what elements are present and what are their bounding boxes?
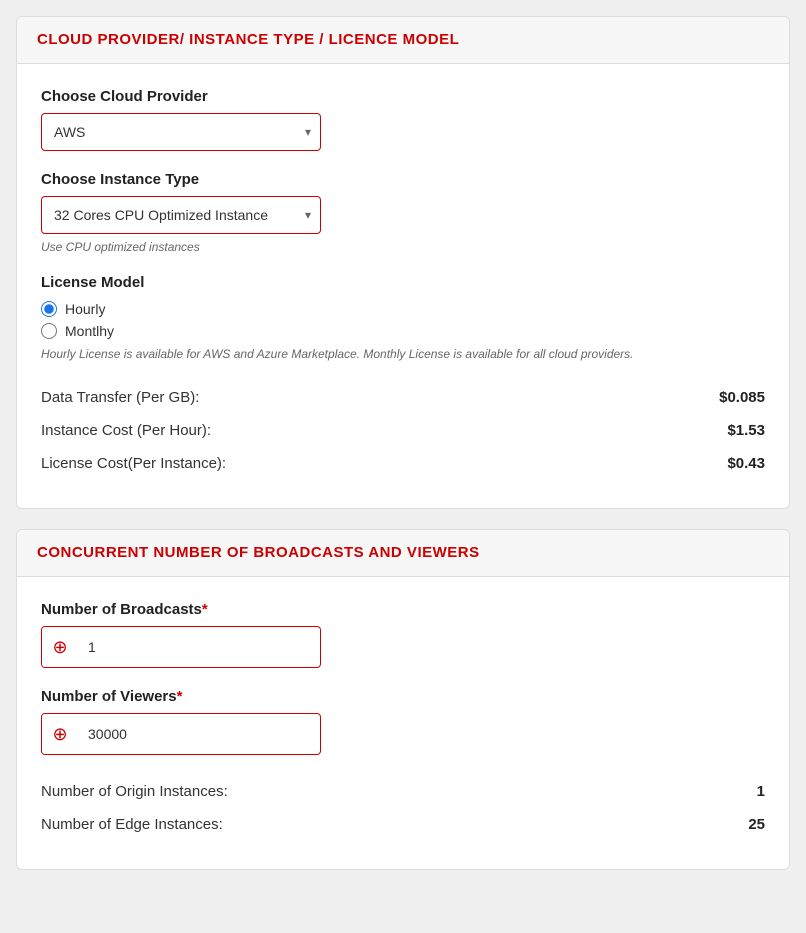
broadcasts-group: Number of Broadcasts* ⊕ [41, 601, 765, 668]
instance-cost-label: Instance Cost (Per Hour): [41, 422, 211, 439]
instance-cost-row: Instance Cost (Per Hour): $1.53 [41, 414, 765, 447]
cloud-provider-select[interactable]: AWS Azure GCP [41, 113, 321, 151]
cloud-provider-select-wrapper: AWS Azure GCP ▾ [41, 113, 321, 151]
broadcasts-card: CONCURRENT NUMBER OF BROADCASTS AND VIEW… [16, 529, 790, 870]
viewers-group: Number of Viewers* ⊕ [41, 688, 765, 755]
license-model-section: License Model Hourly Montlhy Hourly Lice… [41, 274, 765, 361]
broadcasts-plus-button[interactable]: ⊕ [42, 627, 78, 667]
license-hourly-label: Hourly [65, 301, 105, 317]
cloud-provider-card-header: CLOUD PROVIDER/ INSTANCE TYPE / LICENCE … [17, 17, 789, 64]
broadcasts-input-wrapper: ⊕ [41, 626, 321, 668]
broadcasts-label: Number of Broadcasts* [41, 601, 765, 618]
license-model-label: License Model [41, 274, 765, 291]
instance-type-select-wrapper: 32 Cores CPU Optimized Instance 16 Cores… [41, 196, 321, 234]
license-hourly-item[interactable]: Hourly [41, 301, 765, 317]
edge-instances-value: 25 [748, 816, 765, 833]
license-monthly-label: Montlhy [65, 323, 114, 339]
viewers-plus-button[interactable]: ⊕ [42, 714, 78, 754]
cloud-provider-title: CLOUD PROVIDER/ INSTANCE TYPE / LICENCE … [37, 31, 459, 48]
cloud-provider-label: Choose Cloud Provider [41, 88, 765, 105]
license-monthly-radio[interactable] [41, 323, 57, 339]
license-note: Hourly License is available for AWS and … [41, 347, 765, 361]
instance-type-label: Choose Instance Type [41, 171, 765, 188]
viewers-input-wrapper: ⊕ [41, 713, 321, 755]
license-monthly-item[interactable]: Montlhy [41, 323, 765, 339]
instance-type-hint: Use CPU optimized instances [41, 240, 765, 254]
data-transfer-row: Data Transfer (Per GB): $0.085 [41, 381, 765, 414]
viewers-label: Number of Viewers* [41, 688, 765, 705]
broadcasts-card-header: CONCURRENT NUMBER OF BROADCASTS AND VIEW… [17, 530, 789, 577]
viewers-required-star: * [177, 688, 183, 705]
license-hourly-radio[interactable] [41, 301, 57, 317]
origin-instances-row: Number of Origin Instances: 1 [41, 775, 765, 808]
broadcasts-input[interactable] [78, 631, 320, 663]
viewers-plus-icon: ⊕ [52, 724, 67, 745]
data-transfer-label: Data Transfer (Per GB): [41, 389, 199, 406]
origin-instances-value: 1 [757, 783, 765, 800]
instance-type-select[interactable]: 32 Cores CPU Optimized Instance 16 Cores… [41, 196, 321, 234]
broadcasts-required-star: * [202, 601, 208, 618]
cloud-provider-card: CLOUD PROVIDER/ INSTANCE TYPE / LICENCE … [16, 16, 790, 509]
edge-instances-row: Number of Edge Instances: 25 [41, 808, 765, 841]
license-cost-row: License Cost(Per Instance): $0.43 [41, 447, 765, 480]
origin-instances-label: Number of Origin Instances: [41, 783, 228, 800]
license-radio-group: Hourly Montlhy [41, 301, 765, 339]
viewers-input[interactable] [78, 718, 320, 750]
cloud-provider-group: Choose Cloud Provider AWS Azure GCP ▾ [41, 88, 765, 151]
instance-type-group: Choose Instance Type 32 Cores CPU Optimi… [41, 171, 765, 254]
edge-instances-label: Number of Edge Instances: [41, 816, 223, 833]
broadcasts-body: Number of Broadcasts* ⊕ Number of Viewer… [17, 577, 789, 869]
data-transfer-value: $0.085 [719, 389, 765, 406]
license-cost-label: License Cost(Per Instance): [41, 455, 226, 472]
costs-section: Data Transfer (Per GB): $0.085 Instance … [41, 381, 765, 480]
license-cost-value: $0.43 [727, 455, 765, 472]
cloud-provider-body: Choose Cloud Provider AWS Azure GCP ▾ Ch… [17, 64, 789, 508]
broadcasts-title: CONCURRENT NUMBER OF BROADCASTS AND VIEW… [37, 544, 480, 561]
instance-cost-value: $1.53 [727, 422, 765, 439]
broadcasts-plus-icon: ⊕ [52, 637, 67, 658]
